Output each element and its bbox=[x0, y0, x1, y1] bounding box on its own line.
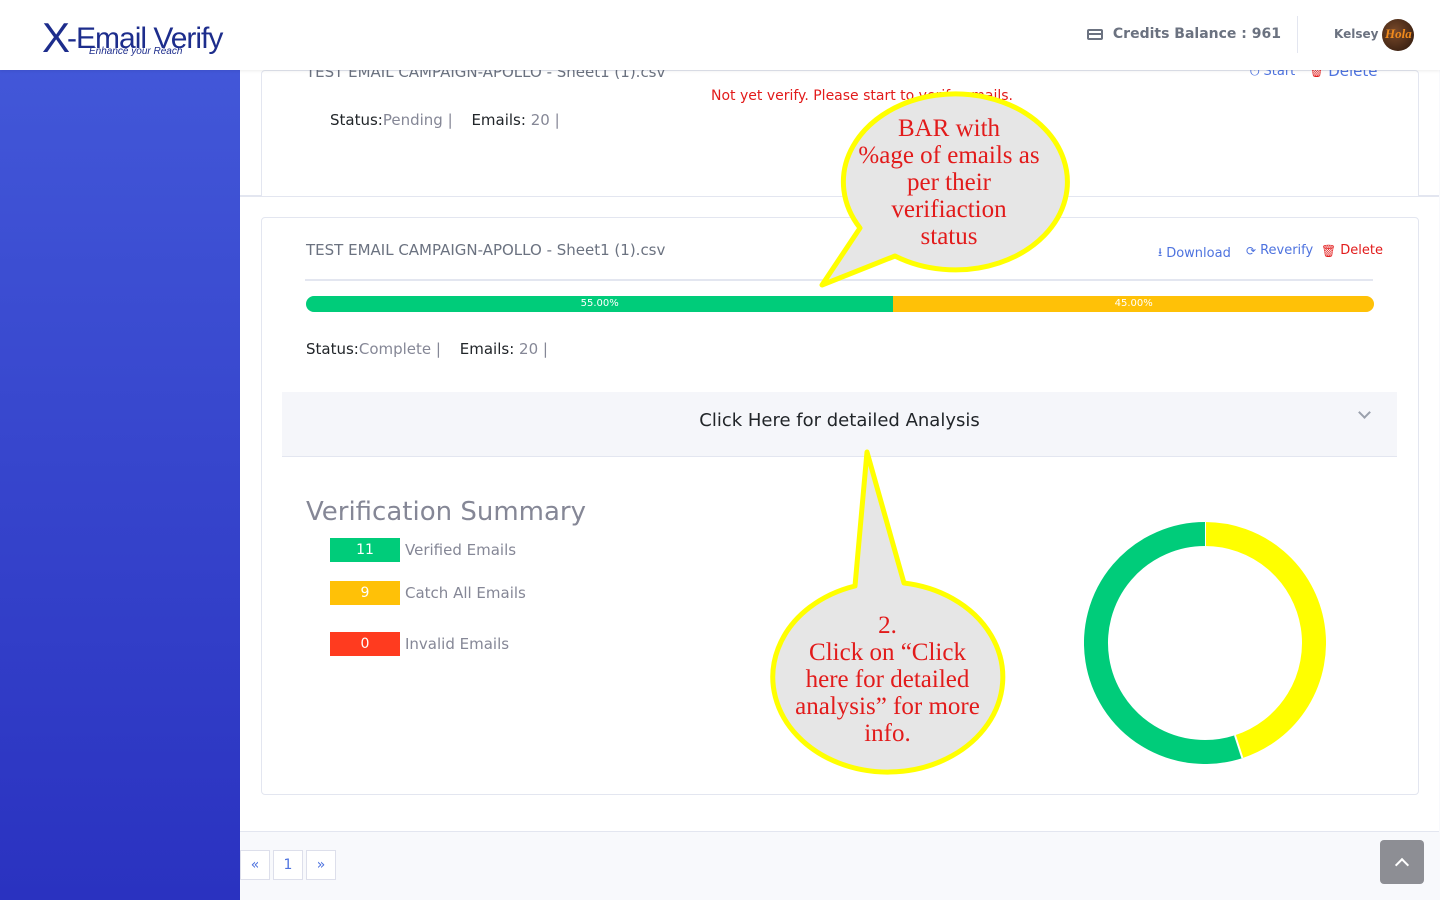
delete-button[interactable]: 🗑 Delete bbox=[1309, 70, 1378, 80]
logo-tagline: Enhance your Reach bbox=[89, 46, 183, 57]
status-label: Status: bbox=[306, 340, 359, 358]
user-name[interactable]: Kelsey bbox=[1334, 27, 1378, 41]
credits-balance-text: Credits Balance : 961 bbox=[1112, 26, 1281, 42]
sidebar bbox=[0, 70, 240, 900]
emails-value: 20 | bbox=[519, 340, 548, 358]
catch-all-label: Catch All Emails bbox=[405, 584, 526, 602]
callout-line: BAR with bbox=[897, 115, 1001, 142]
avatar-text: Hola bbox=[1385, 26, 1412, 41]
callout-line: here for detailed bbox=[805, 666, 970, 693]
invalid-count-badge: 0 bbox=[330, 632, 400, 656]
trash-icon: 🗑 bbox=[1321, 243, 1337, 258]
campaign-file-name: TEST EMAIL CAMPAIGN-APOLLO - Sheet1 (1).… bbox=[306, 241, 666, 259]
summary-row-invalid: 0 Invalid Emails bbox=[330, 632, 509, 656]
power-icon: ⏻ bbox=[1250, 70, 1260, 78]
trash-icon: 🗑 bbox=[1309, 70, 1325, 78]
catch-all-count-badge: 9 bbox=[330, 581, 400, 605]
delete-button[interactable]: 🗑 Delete bbox=[1321, 243, 1383, 258]
callout-text-bar: BAR with %age of emails as per their verifi… bbox=[838, 115, 1060, 250]
verification-donut-chart bbox=[1084, 522, 1326, 764]
status-label: Status: bbox=[330, 111, 383, 129]
top-navbar: X-Email Verify Enhance your Reach Credit… bbox=[0, 0, 1440, 70]
card-divider bbox=[305, 279, 1373, 281]
start-label: Start bbox=[1263, 70, 1296, 79]
invalid-label: Invalid Emails bbox=[405, 635, 510, 653]
callout-line: status bbox=[920, 223, 978, 250]
download-label: Download bbox=[1166, 246, 1231, 261]
verified-label: Verified Emails bbox=[405, 541, 517, 559]
delete-label: Delete bbox=[1340, 243, 1383, 258]
summary-row-verified: 11 Verified Emails bbox=[330, 538, 516, 562]
status-line: Status:Pending | Emails: 20 | bbox=[330, 111, 560, 129]
emails-label: Emails: bbox=[471, 111, 526, 129]
prev-page-button[interactable]: « bbox=[240, 850, 270, 880]
chevron-up-icon bbox=[1394, 857, 1410, 873]
callout-line: 2. bbox=[878, 612, 897, 639]
sync-icon: ⟳ bbox=[1246, 243, 1257, 258]
donut-slice-catch-all-emails bbox=[1204, 522, 1326, 759]
next-page-button[interactable]: » bbox=[306, 850, 336, 880]
navbar-divider bbox=[1297, 16, 1298, 53]
status-value: Complete | bbox=[358, 340, 441, 358]
download-icon: ⭳ bbox=[1158, 245, 1163, 259]
credits-balance: Credits Balance : 961 bbox=[1086, 26, 1281, 42]
emails-value: 20 | bbox=[530, 111, 560, 129]
donut-slice-verified-emails bbox=[1084, 522, 1243, 764]
callout-text-analysis: 2. Click on “Click here for detailed analys… bbox=[775, 612, 1000, 747]
detailed-analysis-accordion[interactable]: Click Here for detailed Analysis bbox=[282, 392, 1397, 457]
not-verified-warning: Not yet verify. Please start to verify e… bbox=[711, 88, 1013, 104]
delete-label: Delete bbox=[1328, 70, 1378, 80]
pagination: « 1 » bbox=[240, 850, 339, 880]
verified-count-badge: 11 bbox=[330, 538, 400, 562]
logo-x: X bbox=[42, 14, 70, 61]
start-button[interactable]: ⏻ Start bbox=[1250, 70, 1295, 79]
accordion-title: Click Here for detailed Analysis bbox=[699, 410, 980, 431]
callout-line: %age of emails as bbox=[858, 142, 1040, 169]
campaign-file-name: TEST EMAIL CAMPAIGN-APOLLO - Sheet1 (1).… bbox=[306, 70, 666, 81]
credit-card-icon bbox=[1086, 28, 1103, 40]
status-value: Pending | bbox=[382, 111, 453, 129]
page-1-button[interactable]: 1 bbox=[273, 850, 303, 880]
reverify-button[interactable]: ⟳ Reverify bbox=[1246, 243, 1313, 258]
reverify-label: Reverify bbox=[1260, 243, 1314, 258]
summary-row-catch-all: 9 Catch All Emails bbox=[330, 581, 526, 605]
progress-segment-verified: 55.00% bbox=[306, 296, 894, 312]
scroll-to-top-button[interactable] bbox=[1380, 840, 1424, 884]
callout-line: verifiaction bbox=[891, 196, 1007, 223]
callout-line: per their bbox=[907, 169, 991, 196]
verification-progress-bar: 55.00% 45.00% bbox=[306, 296, 1374, 312]
progress-segment-catch-all: 45.00% bbox=[893, 296, 1374, 312]
verification-summary-title: Verification Summary bbox=[306, 497, 586, 527]
emails-label: Emails: bbox=[459, 340, 515, 358]
avatar[interactable]: Hola bbox=[1382, 19, 1414, 51]
callout-line: Click on “Click bbox=[809, 639, 966, 666]
callout-line: analysis” for more bbox=[795, 693, 980, 720]
status-line: Status:Complete | Emails: 20 | bbox=[306, 340, 548, 358]
download-button[interactable]: ⭳ Download bbox=[1158, 243, 1231, 264]
callout-line: info. bbox=[864, 720, 911, 747]
